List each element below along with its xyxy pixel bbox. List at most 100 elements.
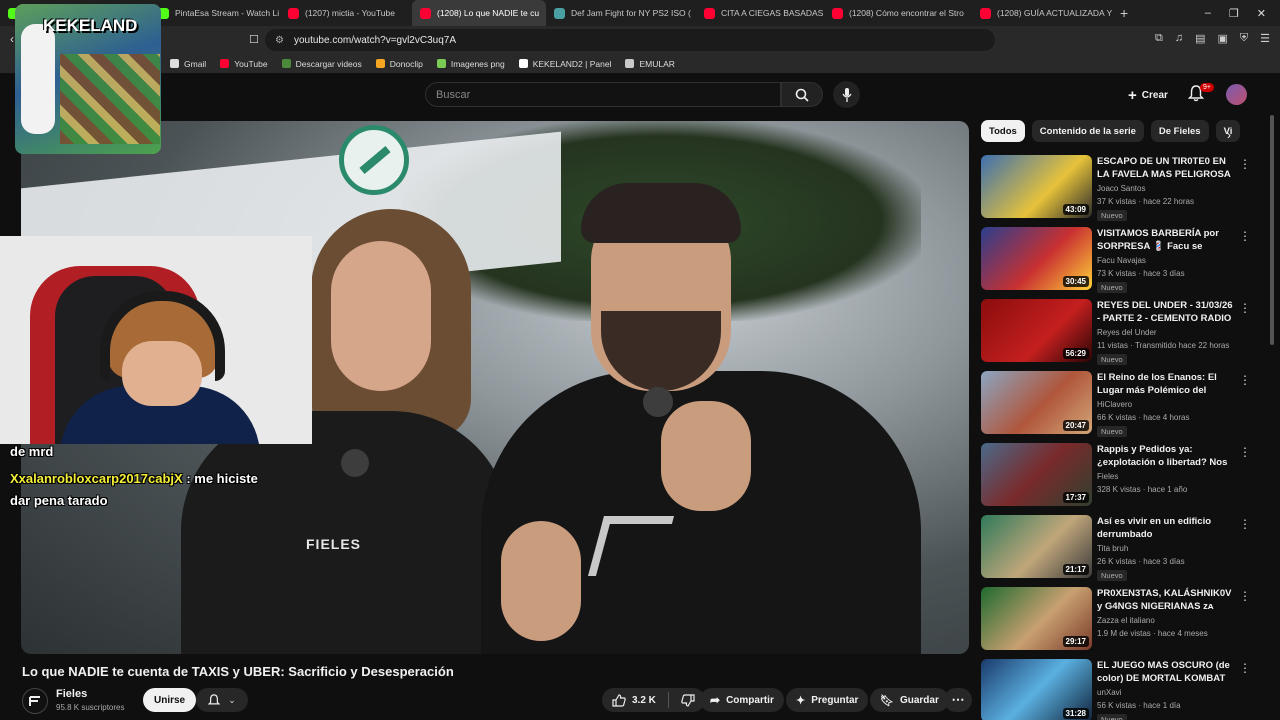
- browser-tab[interactable]: Def Jam Fight for NY PS2 ISO (: [546, 0, 696, 26]
- recommended-video-title[interactable]: PR0XEN3TAS, KALÁSHNIK0V y G4NGS NIGERIAN…: [1097, 587, 1233, 613]
- bookmark-item[interactable]: Imagenes png: [436, 59, 505, 69]
- site-info-icon[interactable]: ⚙: [275, 35, 284, 46]
- recommended-video-channel[interactable]: Tita bruh: [1097, 544, 1128, 553]
- recommended-video[interactable]: 31:28 EL JUEGO MAS OSCURO (de color) DE M…: [981, 659, 1251, 720]
- like-button[interactable]: 3.2 K: [602, 688, 705, 712]
- tab-favicon: [704, 7, 715, 19]
- channel-avatar[interactable]: [22, 688, 48, 714]
- filter-chip[interactable]: Todos: [981, 120, 1025, 142]
- extensions-icon[interactable]: ⧉: [1155, 32, 1163, 45]
- browser-tab[interactable]: CITA A CIEGAS BASADAS EN S: [696, 0, 824, 26]
- recommended-video-title[interactable]: VISITAMOS BARBERÍA por SORPRESA 💈 Facu s…: [1097, 227, 1233, 253]
- sidebar-icon[interactable]: ▤: [1195, 32, 1205, 45]
- browser-tab[interactable]: (1208) GUÍA ACTUALIZADA Y E: [972, 0, 1112, 26]
- channel-name[interactable]: Fieles: [56, 688, 87, 700]
- more-vert-icon[interactable]: ⋮: [1239, 517, 1251, 531]
- search-input[interactable]: Buscar: [425, 82, 781, 107]
- new-badge: Nuevo: [1097, 714, 1127, 720]
- bookmark-item[interactable]: EMULAR: [625, 59, 675, 69]
- recommended-video-channel[interactable]: Reyes del Under: [1097, 328, 1157, 337]
- more-vert-icon[interactable]: ⋮: [1239, 661, 1251, 675]
- new-badge: Nuevo: [1097, 282, 1127, 293]
- scrollbar[interactable]: [1270, 115, 1274, 345]
- address-bar[interactable]: ⚙ youtube.com/watch?v=gvl2vC3uq7A: [265, 29, 995, 51]
- chat-message: de mrd: [10, 444, 54, 459]
- bookmark-icon[interactable]: ☐: [249, 33, 259, 46]
- more-vert-icon[interactable]: ⋮: [1239, 589, 1251, 603]
- recommended-video-channel[interactable]: HiClavero: [1097, 400, 1132, 409]
- video-duration: 43:09: [1062, 204, 1089, 215]
- back-icon[interactable]: ‹: [10, 32, 14, 46]
- recommended-video[interactable]: 56:29 REYES DEL UNDER - 31/03/26 - PARTE …: [981, 299, 1251, 365]
- video-thumbnail[interactable]: 20:47: [981, 371, 1092, 434]
- create-button[interactable]: + Crear: [1120, 83, 1176, 107]
- browser-tab[interactable]: PintaEsa Stream - Watch Li: [150, 0, 280, 26]
- chevron-right-icon[interactable]: ›: [1227, 128, 1231, 142]
- tab-title: PintaEsa Stream - Watch Li: [175, 8, 280, 18]
- video-thumbnail[interactable]: 29:17: [981, 587, 1092, 650]
- recommended-video-channel[interactable]: Zazza el italiano: [1097, 616, 1155, 625]
- overlay-character: [21, 24, 55, 134]
- recommended-video[interactable]: 29:17 PR0XEN3TAS, KALÁSHNIK0V y G4NGS NIG…: [981, 587, 1251, 653]
- recommended-video[interactable]: 17:37 Rappis y Pedidos ya: ¿explotación o…: [981, 443, 1251, 509]
- minimize-icon[interactable]: –: [1205, 7, 1211, 20]
- recommended-video-channel[interactable]: Joaco Santos: [1097, 184, 1145, 193]
- recommended-video-channel[interactable]: Facu Navajas: [1097, 256, 1146, 265]
- filter-chip[interactable]: De Fieles: [1150, 120, 1209, 142]
- more-vert-icon[interactable]: ⋮: [1239, 445, 1251, 459]
- bookmark-label: Gmail: [184, 58, 207, 69]
- new-tab-button[interactable]: +: [1112, 5, 1136, 21]
- video-thumbnail[interactable]: 31:28: [981, 659, 1092, 720]
- bookmark-item[interactable]: Donoclip: [375, 59, 423, 69]
- subscribe-notifications-button[interactable]: ⌄: [196, 688, 248, 712]
- vpn-icon[interactable]: ⛨: [1240, 32, 1248, 45]
- browser-tab[interactable]: (1208) Cómo encontrar el Stro: [824, 0, 972, 26]
- close-window-icon[interactable]: ✕: [1257, 7, 1266, 20]
- bookmark-item[interactable]: Gmail: [170, 59, 206, 69]
- voice-search-button[interactable]: [833, 81, 860, 108]
- recommended-video[interactable]: 21:17 Así es vivir en un edificio derrumb…: [981, 515, 1251, 581]
- save-icon: 🔖︎: [880, 694, 894, 707]
- recommended-video[interactable]: 30:45 VISITAMOS BARBERÍA por SORPRESA 💈 F…: [981, 227, 1251, 293]
- search-button[interactable]: [781, 82, 823, 107]
- tab-title: (1208) GUÍA ACTUALIZADA Y E: [997, 8, 1112, 18]
- recommended-video-title[interactable]: REYES DEL UNDER - 31/03/26 - PARTE 2 - C…: [1097, 299, 1233, 325]
- url-text[interactable]: youtube.com/watch?v=gvl2vC3uq7A: [294, 35, 456, 46]
- more-actions-button[interactable]: ⋯: [944, 688, 972, 712]
- share-button[interactable]: ➦ Compartir: [700, 688, 784, 712]
- recommended-video-channel[interactable]: Fieles: [1097, 472, 1118, 481]
- browser-tab[interactable]: (1207) mictia - YouTube: [280, 0, 412, 26]
- save-button[interactable]: 🔖︎ Guardar: [870, 688, 949, 712]
- video-thumbnail[interactable]: 43:09: [981, 155, 1092, 218]
- recommended-video-title[interactable]: Así es vivir en un edificio derrumbado: [1097, 515, 1233, 541]
- more-vert-icon[interactable]: ⋮: [1239, 229, 1251, 243]
- join-button[interactable]: Unirse: [143, 688, 197, 712]
- recommended-video-title[interactable]: EL JUEGO MAS OSCURO (de color) DE MORTAL…: [1097, 659, 1233, 685]
- account-avatar[interactable]: [1226, 84, 1247, 105]
- recommended-video-title[interactable]: El Reino de los Enanos: El Lugar más Pol…: [1097, 371, 1233, 397]
- video-thumbnail[interactable]: 30:45: [981, 227, 1092, 290]
- recommended-video[interactable]: 43:09 ESCAPO DE UN TIR0TE0 EN LA FAVELA M…: [981, 155, 1251, 221]
- filter-chip[interactable]: Contenido de la serie: [1031, 120, 1144, 142]
- more-vert-icon[interactable]: ⋮: [1239, 373, 1251, 387]
- recommended-video-title[interactable]: ESCAPO DE UN TIR0TE0 EN LA FAVELA MAS PE…: [1097, 155, 1233, 181]
- wallet-icon[interactable]: ▣: [1217, 32, 1227, 45]
- menu-icon[interactable]: ☰: [1260, 32, 1270, 45]
- notifications-badge: 9+: [1200, 83, 1214, 92]
- thumbs-down-icon[interactable]: [681, 693, 695, 707]
- recommended-video-channel[interactable]: unXavi: [1097, 688, 1121, 697]
- bookmark-item[interactable]: YouTube: [220, 59, 268, 69]
- bookmark-item[interactable]: Descargar videos: [281, 59, 362, 69]
- video-thumbnail[interactable]: 56:29: [981, 299, 1092, 362]
- restore-icon[interactable]: ❐: [1229, 7, 1239, 20]
- more-vert-icon[interactable]: ⋮: [1239, 301, 1251, 315]
- recommended-video-title[interactable]: Rappis y Pedidos ya: ¿explotación o libe…: [1097, 443, 1233, 469]
- media-icon[interactable]: ♫: [1175, 32, 1183, 45]
- more-vert-icon[interactable]: ⋮: [1239, 157, 1251, 171]
- video-thumbnail[interactable]: 21:17: [981, 515, 1092, 578]
- recommended-video[interactable]: 20:47 El Reino de los Enanos: El Lugar má…: [981, 371, 1251, 437]
- ask-button[interactable]: ✦ Preguntar: [786, 688, 869, 712]
- video-thumbnail[interactable]: 17:37: [981, 443, 1092, 506]
- browser-tab[interactable]: (1208) Lo que NADIE te cu×: [412, 0, 546, 26]
- bookmark-item[interactable]: KEKELAND2 | Panel: [518, 59, 611, 69]
